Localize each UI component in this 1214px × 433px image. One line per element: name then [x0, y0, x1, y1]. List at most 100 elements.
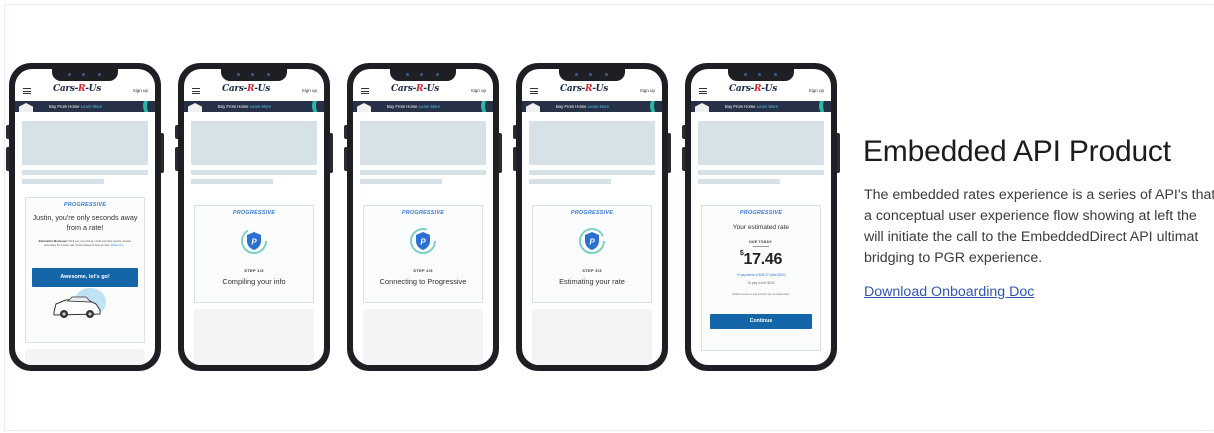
payment-plan-text: +5 payments of $48.57 (total $260) [736, 273, 786, 277]
house-icon [526, 103, 540, 112]
promo-banner: Buy From Home Learn More [184, 101, 324, 112]
description-line: The embedded rates experience is a serie… [864, 187, 1214, 203]
phone-side-button [344, 147, 347, 171]
step-indicator: STEP 2/3 [413, 268, 433, 273]
svg-text:P: P [589, 238, 595, 247]
description-line: bridging to PGR experience. [864, 250, 1043, 266]
phone-mockup-5: Cars-R-Us Sign up Buy From Home Learn Mo… [682, 63, 840, 371]
hamburger-icon[interactable] [530, 88, 538, 94]
phone-screen: Cars-R-Us Sign up Buy From Home Learn Mo… [353, 69, 493, 365]
cars-r-us-logo: Cars-R-Us [53, 84, 101, 94]
hero-placeholder [22, 121, 148, 165]
phone-side-button [175, 147, 178, 171]
hamburger-icon[interactable] [23, 88, 31, 94]
content-placeholder [25, 349, 145, 365]
due-today-label: DUE TODAY: [749, 240, 773, 244]
signup-link[interactable]: Sign up [471, 88, 486, 93]
app-header: Cars-R-Us Sign up [691, 83, 831, 99]
phone-side-button [175, 125, 178, 139]
phone-mockup-1: Cars-R-Us Sign up Buy From Home Learn Mo… [6, 63, 164, 371]
promo-banner: Buy From Home Learn More [353, 101, 493, 112]
svg-text:P: P [251, 238, 257, 247]
app-header: Cars-R-Us Sign up [522, 83, 662, 99]
page-title: Embedded API Product [863, 135, 1171, 168]
rate-result-card: PROGRESSIVE Your estimated rate DUE TODA… [701, 205, 821, 351]
hamburger-icon[interactable] [699, 88, 707, 94]
phone-side-button [6, 147, 9, 171]
text-placeholder [529, 170, 655, 175]
continue-button[interactable]: Continue [710, 314, 812, 329]
content-placeholder [194, 309, 314, 365]
text-placeholder [22, 179, 104, 184]
step-indicator: STEP 3/3 [582, 268, 602, 273]
progressive-shield-icon: P [410, 228, 436, 254]
progressive-logo: PROGRESSIVE [63, 202, 107, 208]
phone-notch [221, 69, 287, 81]
description-text: The embedded rates experience is a serie… [864, 185, 1214, 269]
hamburger-icon[interactable] [361, 88, 369, 94]
pay-in-full-text: Or pay in full: $243 [747, 281, 775, 285]
progressive-shield-icon: P [579, 228, 605, 254]
house-icon [188, 103, 202, 112]
svg-text:P: P [420, 238, 426, 247]
banner-text: Buy From Home [556, 104, 587, 109]
hero-placeholder [529, 121, 655, 165]
lets-go-button[interactable]: Awesome, let's go! [32, 268, 138, 287]
price-value: $17.46 [739, 250, 783, 268]
greeting-text: Justin, you're only seconds away from a … [32, 213, 138, 232]
phone-side-button [837, 133, 840, 173]
phone-mockup-3: Cars-R-Us Sign up Buy From Home Learn Mo… [344, 63, 502, 371]
house-icon [19, 103, 33, 112]
phone-side-button [330, 133, 333, 173]
content-placeholder [532, 309, 652, 365]
signup-link[interactable]: Sign up [640, 88, 655, 93]
phone-notch [390, 69, 456, 81]
progressive-logo: PROGRESSIVE [739, 210, 783, 216]
hamburger-icon[interactable] [192, 88, 200, 94]
banner-learn-more-link[interactable]: Learn More [81, 104, 102, 109]
phone-screen: Cars-R-Us Sign up Buy From Home Learn Mo… [522, 69, 662, 365]
text-placeholder [529, 179, 611, 184]
cars-r-us-logo: Cars-R-Us [729, 84, 777, 94]
phone-mockup-4: Cars-R-Us Sign up Buy From Home Learn Mo… [513, 63, 671, 371]
step-description: Estimating your rate [559, 277, 625, 286]
banner-learn-more-link[interactable]: Learn More [419, 104, 440, 109]
description-line: will initiate the call to the EmbeddedDi… [864, 229, 1199, 245]
download-onboarding-doc-link[interactable]: Download Onboarding Doc [864, 284, 1034, 300]
phone-side-button [682, 147, 685, 171]
progressive-logo: PROGRESSIVE [570, 210, 614, 216]
progress-card: PROGRESSIVE P STEP 1/3 Compiling your in… [194, 205, 314, 303]
phone-mockup-2: Cars-R-Us Sign up Buy From Home Learn Mo… [175, 63, 333, 371]
signup-link[interactable]: Sign up [133, 88, 148, 93]
progressive-shield-icon: P [241, 228, 267, 254]
phone-notch [728, 69, 794, 81]
phone-side-button [668, 133, 671, 173]
phone-side-button [513, 147, 516, 171]
hero-placeholder [191, 121, 317, 165]
step-indicator: STEP 1/3 [244, 268, 264, 273]
signup-link[interactable]: Sign up [302, 88, 317, 93]
app-header: Cars-R-Us Sign up [15, 83, 155, 99]
phone-side-button [682, 125, 685, 139]
phone-screen: Cars-R-Us Sign up Buy From Home Learn Mo… [15, 69, 155, 365]
signup-link[interactable]: Sign up [809, 88, 824, 93]
text-placeholder [698, 179, 780, 184]
banner-learn-more-link[interactable]: Learn More [588, 104, 609, 109]
estimated-rate-label: Your estimated rate [732, 224, 790, 231]
phone-notch [52, 69, 118, 81]
banner-learn-more-link[interactable]: Learn More [757, 104, 778, 109]
text-placeholder [22, 170, 148, 175]
banner-learn-more-link[interactable]: Learn More [250, 104, 271, 109]
house-icon [357, 103, 371, 112]
progress-card: PROGRESSIVE P STEP 2/3 Connecting to Pro… [363, 205, 483, 303]
text-placeholder [191, 170, 317, 175]
phone-side-button [513, 125, 516, 139]
hero-placeholder [698, 121, 824, 165]
divider [753, 246, 769, 247]
app-header: Cars-R-Us Sign up [353, 83, 493, 99]
hero-placeholder [360, 121, 486, 165]
step-description: Compiling your info [222, 277, 286, 286]
phone-side-button [6, 125, 9, 139]
read-more-link[interactable]: Read more... [111, 244, 126, 247]
progress-card: PROGRESSIVE P STEP 3/3 Estimating your r… [532, 205, 652, 303]
